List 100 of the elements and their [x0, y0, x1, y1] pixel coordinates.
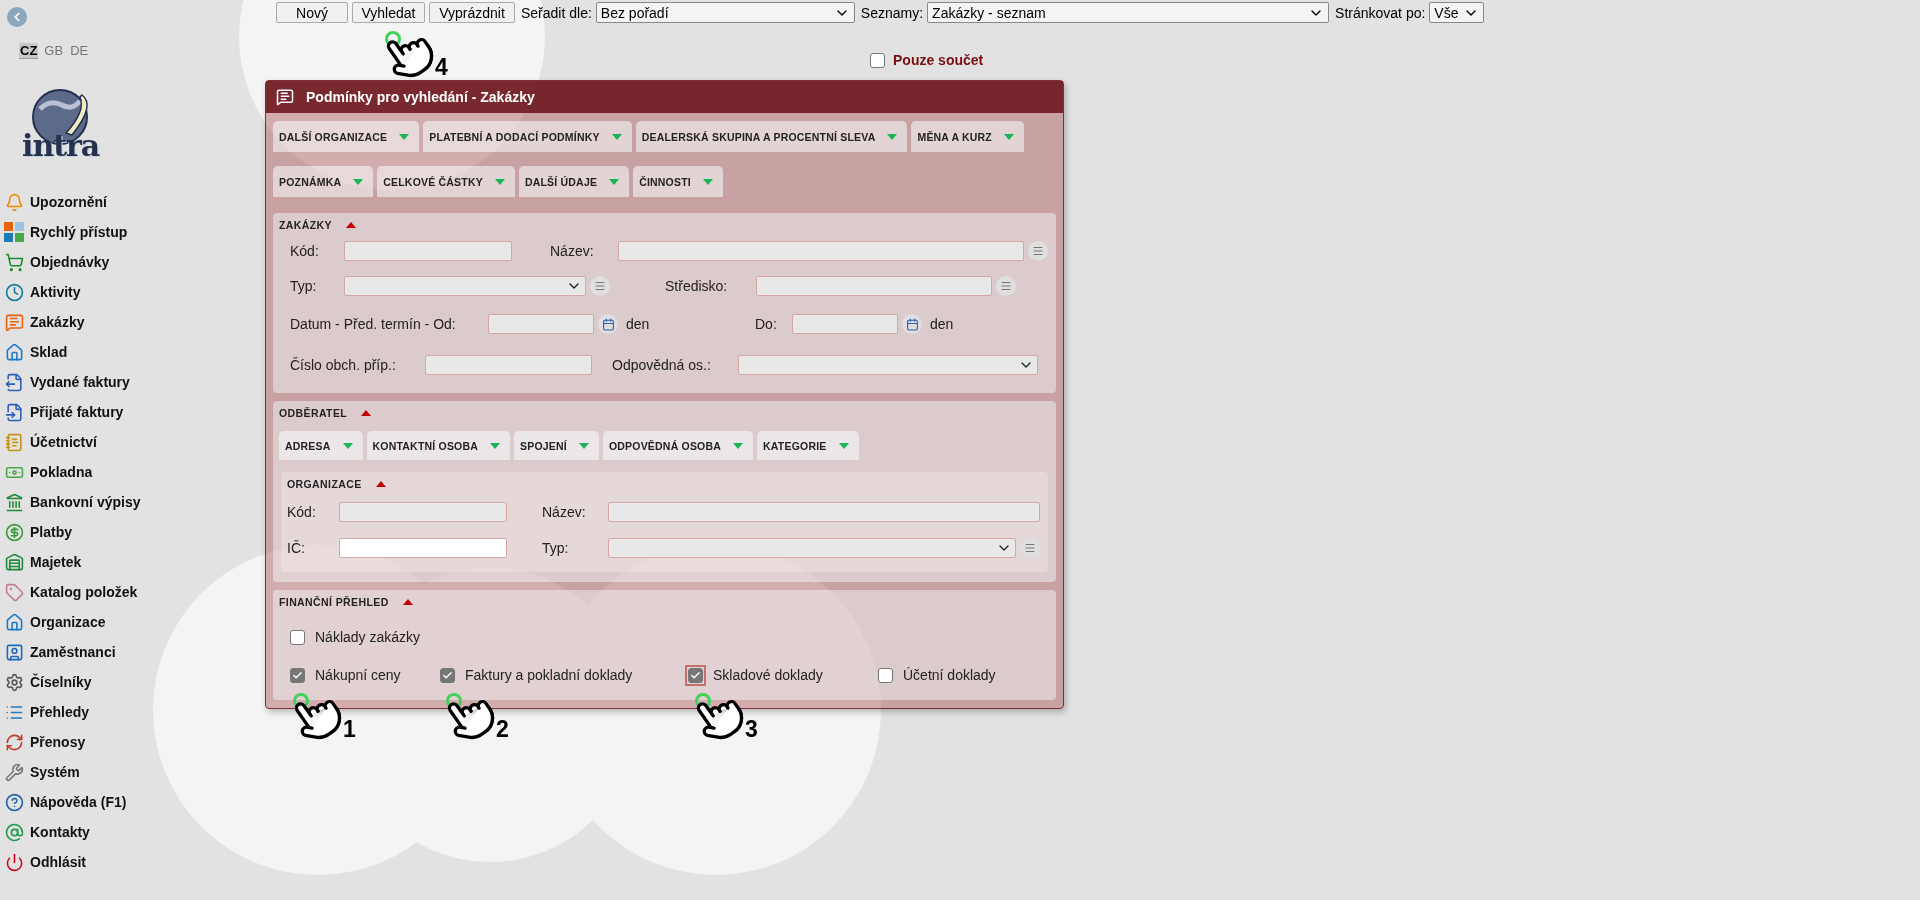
- menu-item[interactable]: Rychlý přístup: [0, 217, 132, 247]
- menu-item[interactable]: Odhlásit: [0, 847, 90, 877]
- field-label: Kód:: [290, 243, 320, 259]
- list-button[interactable]: [1028, 241, 1048, 261]
- menu-icon: [594, 280, 606, 292]
- field-label: Datum - Před. termín - Od:: [290, 316, 457, 332]
- input-field[interactable]: [618, 241, 1024, 261]
- section-tab[interactable]: ČINNOSTI: [633, 166, 723, 197]
- panel-title: Podmínky pro vyhledání - Zakázky: [306, 89, 535, 105]
- list-button[interactable]: [996, 276, 1016, 296]
- section-tab[interactable]: ODPOVĚDNÁ OSOBA: [602, 431, 754, 460]
- menu-item[interactable]: Bankovní výpisy: [0, 487, 145, 517]
- section-tab[interactable]: SPOJENÍ: [514, 431, 599, 460]
- menu-item[interactable]: Systém: [0, 757, 84, 787]
- calendar-button[interactable]: [902, 314, 922, 334]
- menu-item[interactable]: Pokladna: [0, 457, 97, 487]
- menu-item[interactable]: Sklad: [0, 337, 72, 367]
- input-field[interactable]: [792, 314, 898, 334]
- field-label: Typ:: [290, 278, 318, 294]
- field-label: Název:: [542, 504, 587, 520]
- checkbox-label: Účetní doklady: [903, 667, 996, 683]
- field-label: Do:: [755, 316, 778, 332]
- back-button[interactable]: [7, 7, 27, 27]
- cart-icon: [3, 251, 25, 273]
- menu-item[interactable]: Majetek: [0, 547, 86, 577]
- check-icon: [442, 669, 453, 681]
- document-icon: [3, 401, 25, 423]
- list-button[interactable]: [590, 276, 610, 296]
- checkbox[interactable]: [878, 667, 893, 683]
- section-header[interactable]: ODBĚRATEL: [273, 401, 1056, 423]
- section-header[interactable]: ORGANIZACE: [281, 472, 1048, 494]
- calendar-button[interactable]: [598, 314, 618, 334]
- toolbar-button[interactable]: Nový: [276, 2, 348, 23]
- section-tab[interactable]: ADRESA: [279, 431, 363, 460]
- input-field[interactable]: [425, 355, 592, 375]
- sort-dropdown[interactable]: Bez pořadí: [595, 2, 855, 23]
- checkbox[interactable]: [870, 52, 885, 68]
- field-label: Kód:: [287, 504, 317, 520]
- menu-item[interactable]: Platby: [0, 517, 76, 547]
- at-icon: [3, 821, 25, 843]
- menu-icon: [1024, 542, 1036, 554]
- section-tab[interactable]: DEALERSKÁ SKUPINA A PROCENTNÍ SLEVA: [635, 121, 908, 152]
- menu-item[interactable]: Zakázky: [0, 307, 89, 337]
- step-number: 2: [496, 716, 509, 743]
- field-label: Číslo obch. příp.:: [290, 357, 397, 373]
- section-tab[interactable]: DALŠÍ ÚDAJE: [518, 166, 630, 197]
- input-field[interactable]: [608, 502, 1040, 522]
- lists-dropdown[interactable]: Zakázky - seznam: [927, 2, 1330, 23]
- calendar-icon: [905, 317, 919, 331]
- menu-item[interactable]: Přenosy: [0, 727, 90, 757]
- dropdown[interactable]: [608, 538, 1016, 558]
- dropdown[interactable]: [344, 276, 586, 296]
- language-link[interactable]: CZ: [19, 43, 39, 59]
- section-tab[interactable]: MĚNA A KURZ: [911, 121, 1024, 152]
- unit-label: den: [930, 316, 954, 332]
- input-field[interactable]: [344, 241, 512, 261]
- toolbar-button[interactable]: Vyhledat: [352, 2, 425, 23]
- checkbox-label: Nákupní ceny: [315, 667, 401, 683]
- menu-item[interactable]: Organizace: [0, 607, 110, 637]
- step-number: 3: [745, 716, 758, 743]
- list-button[interactable]: [1020, 538, 1040, 558]
- tag-icon: [3, 581, 25, 603]
- menu-item[interactable]: Účetnictví: [0, 427, 101, 457]
- wrench-icon: [3, 761, 25, 783]
- field-label: IČ:: [287, 540, 306, 556]
- coin-icon: [3, 521, 25, 543]
- input-field[interactable]: [756, 276, 992, 296]
- menu-item[interactable]: Vydané faktury: [0, 367, 134, 397]
- input-field[interactable]: [339, 502, 507, 522]
- field-label: Odpovědná os.:: [612, 357, 712, 373]
- sort-label: Seřadit dle:: [521, 4, 592, 21]
- input-field[interactable]: [488, 314, 594, 334]
- menu-item[interactable]: Přijaté faktury: [0, 397, 128, 427]
- field-label: Název:: [550, 243, 595, 259]
- menu-item[interactable]: Číselníky: [0, 667, 96, 697]
- paging-dropdown[interactable]: Vše: [1429, 2, 1485, 23]
- check-icon: [292, 669, 303, 681]
- menu-item[interactable]: Upozornění: [0, 187, 111, 217]
- help-icon: [3, 791, 25, 813]
- menu-item[interactable]: Zaměstnanci: [0, 637, 120, 667]
- toolbar-button[interactable]: Vyprázdnit: [429, 2, 515, 23]
- dropdown[interactable]: [738, 355, 1038, 375]
- notebook-icon: [3, 431, 25, 453]
- menu-item[interactable]: Aktivity: [0, 277, 85, 307]
- warehouse-icon: [3, 551, 25, 573]
- input-field[interactable]: [339, 538, 507, 558]
- menu-item[interactable]: Nápověda (F1): [0, 787, 131, 817]
- checkbox-label: Pouze součet: [893, 52, 984, 68]
- menu-icon: [1032, 245, 1044, 257]
- section-tab[interactable]: KATEGORIE: [757, 431, 859, 460]
- menu-item[interactable]: Přehledy: [0, 697, 94, 727]
- checkbox-label: Faktury a pokladní doklady: [465, 667, 633, 683]
- lists-label: Seznamy:: [860, 4, 924, 21]
- section-tab[interactable]: KONTAKTNÍ OSOBA: [366, 431, 510, 460]
- menu-item[interactable]: Kontakty: [0, 817, 94, 847]
- section-header[interactable]: ZAKÁZKY: [273, 213, 1056, 235]
- field-label: Typ:: [542, 540, 570, 556]
- menu-item[interactable]: Katalog položek: [0, 577, 142, 607]
- logo: intra: [18, 85, 102, 161]
- menu-item[interactable]: Objednávky: [0, 247, 114, 277]
